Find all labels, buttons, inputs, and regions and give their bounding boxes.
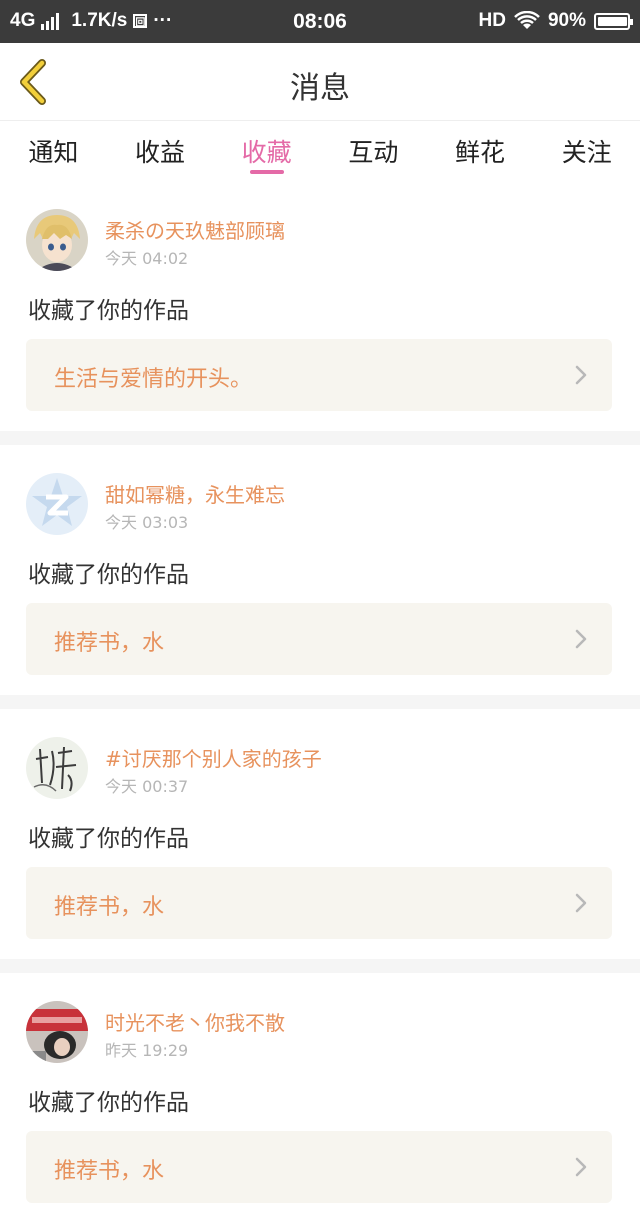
action-text: 收藏了你的作品 bbox=[28, 826, 189, 852]
message-list: 柔杀の天玖魅部顾璃 今天 04:02 收藏了你的作品 生活与爱情的开头。 甜如幂… bbox=[0, 181, 640, 1223]
work-title: 推荐书，水 bbox=[54, 1159, 165, 1184]
action-text: 收藏了你的作品 bbox=[28, 298, 189, 324]
user-name[interactable]: 柔杀の天玖魅部顾璃 bbox=[105, 215, 285, 244]
avatar[interactable] bbox=[26, 473, 88, 535]
tab-earnings[interactable]: 收益 bbox=[107, 121, 214, 181]
nav-bar: 消息 bbox=[0, 43, 640, 121]
user-name[interactable]: #讨厌那个别人家的孩子 bbox=[105, 743, 322, 772]
work-link[interactable]: 生活与爱情的开头。 bbox=[26, 339, 612, 411]
work-link[interactable]: 推荐书，水 bbox=[26, 1131, 612, 1203]
tab-flowers[interactable]: 鲜花 bbox=[427, 121, 534, 181]
message-item: 时光不老丶你我不散 昨天 19:29 收藏了你的作品 推荐书，水 bbox=[0, 973, 640, 1223]
work-title: 推荐书，水 bbox=[54, 895, 165, 920]
battery-icon bbox=[594, 12, 633, 30]
action-text: 收藏了你的作品 bbox=[28, 1090, 189, 1116]
battery-percent: 90% bbox=[547, 10, 586, 31]
calligraphy-avatar-image bbox=[26, 737, 88, 799]
message-item: #讨厌那个别人家的孩子 今天 00:37 收藏了你的作品 推荐书，水 bbox=[0, 709, 640, 959]
divider bbox=[0, 959, 640, 973]
message-item: 甜如幂糖，永生难忘 今天 03:03 收藏了你的作品 推荐书，水 bbox=[0, 445, 640, 695]
tab-interactions[interactable]: 互动 bbox=[320, 121, 427, 181]
hd-indicator: HD bbox=[478, 10, 506, 31]
photo-avatar-image bbox=[26, 1001, 88, 1063]
status-right: HD 90% bbox=[478, 10, 633, 32]
chevron-right-icon bbox=[575, 1157, 587, 1177]
avatar[interactable] bbox=[26, 737, 88, 799]
chevron-right-icon bbox=[575, 893, 587, 913]
user-name[interactable]: 时光不老丶你我不散 bbox=[105, 1007, 285, 1036]
tab-notifications[interactable]: 通知 bbox=[0, 121, 107, 181]
message-time: 今天 04:02 bbox=[105, 249, 189, 268]
divider bbox=[0, 695, 640, 709]
work-link[interactable]: 推荐书，水 bbox=[26, 603, 612, 675]
message-item: 柔杀の天玖魅部顾璃 今天 04:02 收藏了你的作品 生活与爱情的开头。 bbox=[0, 181, 640, 431]
message-time: 昨天 19:29 bbox=[105, 1041, 189, 1060]
avatar[interactable] bbox=[26, 209, 88, 271]
anime-avatar-image bbox=[26, 209, 88, 271]
wifi-icon bbox=[514, 11, 540, 29]
work-title: 生活与爱情的开头。 bbox=[54, 367, 253, 392]
chevron-right-icon bbox=[575, 629, 587, 649]
message-time: 今天 03:03 bbox=[105, 513, 189, 532]
work-link[interactable]: 推荐书，水 bbox=[26, 867, 612, 939]
tab-follows[interactable]: 关注 bbox=[533, 121, 640, 181]
avatar[interactable] bbox=[26, 1001, 88, 1063]
tab-favorites[interactable]: 收藏 bbox=[213, 121, 320, 181]
page-title: 消息 bbox=[290, 71, 350, 106]
work-title: 推荐书，水 bbox=[54, 631, 165, 656]
message-time: 今天 00:37 bbox=[105, 777, 189, 796]
status-bar: 4G 1.7K/s 回 ··· 08:06 HD 90% bbox=[0, 0, 640, 43]
default-z-avatar-image bbox=[26, 473, 88, 535]
action-text: 收藏了你的作品 bbox=[28, 562, 189, 588]
user-name[interactable]: 甜如幂糖，永生难忘 bbox=[105, 479, 285, 508]
tab-bar: 通知 收益 收藏 互动 鲜花 关注 bbox=[0, 121, 640, 181]
chevron-right-icon bbox=[575, 365, 587, 385]
divider bbox=[0, 431, 640, 445]
